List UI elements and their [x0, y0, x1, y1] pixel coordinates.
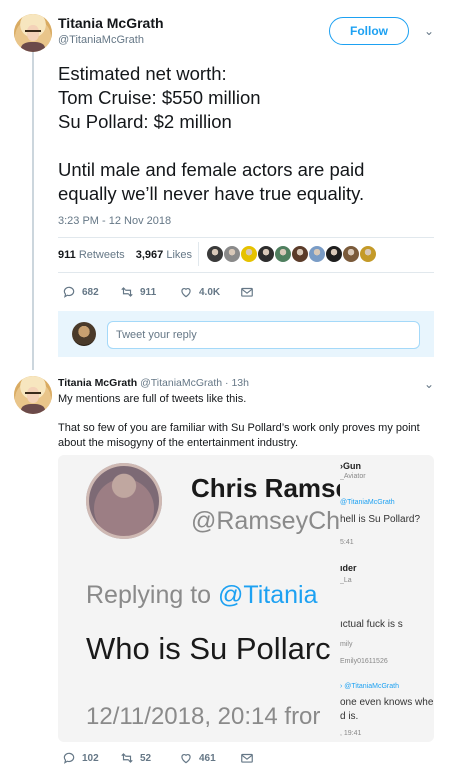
- reply-icon: [63, 752, 75, 764]
- author-avatar[interactable]: [14, 376, 52, 414]
- retweets-count[interactable]: 911: [58, 249, 76, 261]
- embedded-replying: Replying to @Titania: [86, 581, 318, 609]
- retweet-count: 911: [140, 286, 157, 298]
- like-count: 4.0K: [199, 286, 221, 298]
- tweet-text-line: Tom Cruise: $550 million: [58, 87, 261, 108]
- side-text: mily: [340, 641, 353, 648]
- chevron-down-icon[interactable]: ⌄: [424, 24, 434, 38]
- envelope-icon: [241, 753, 253, 763]
- side-text: , 19:41: [340, 730, 362, 737]
- tweet-text: That so few of you are familiar with Su …: [58, 422, 420, 449]
- embedded-handle: @RamseyCh: [191, 507, 340, 535]
- divider: [58, 237, 434, 238]
- tweet-text-line: Su Pollard: $2 million: [58, 111, 232, 132]
- like-action[interactable]: 4.0K: [179, 285, 220, 299]
- liker-avatar[interactable]: [257, 245, 275, 263]
- author-avatar[interactable]: [14, 14, 52, 52]
- tweet-text-line: Estimated net worth:: [58, 63, 227, 84]
- side-text: hell is Su Pollard?: [340, 514, 421, 525]
- retweets-label[interactable]: Retweets: [79, 249, 125, 261]
- side-text: ıctual fuck is s: [340, 619, 403, 630]
- like-action[interactable]: 461: [179, 751, 216, 765]
- tweet-stats: 911 Retweets 3,967 Likes: [58, 249, 192, 261]
- liker-avatar[interactable]: [325, 245, 343, 263]
- embedded-question: Who is Su Pollarc: [86, 631, 331, 666]
- embedded-side-column: ›Gun _Aviator @TitaniaMcGrath hell is Su…: [340, 455, 434, 742]
- user-avatar: [72, 322, 96, 346]
- reply-count: 102: [82, 752, 99, 764]
- liker-avatar[interactable]: [206, 245, 224, 263]
- tweet-time[interactable]: · 13h: [225, 377, 249, 389]
- tweet-text-line: equally we’ll never have true equality.: [58, 183, 365, 204]
- author-handle[interactable]: @TitaniaMcGrath: [58, 34, 144, 46]
- retweet-action[interactable]: 911: [120, 285, 156, 299]
- side-text: Emily01611526: [340, 658, 388, 665]
- message-action[interactable]: [240, 751, 254, 765]
- liker-avatar[interactable]: [274, 245, 292, 263]
- reply-count: 682: [82, 286, 99, 298]
- side-text: d is.: [340, 711, 359, 722]
- retweet-icon: [121, 287, 133, 297]
- reply-action[interactable]: 682: [62, 285, 99, 299]
- tweet-text-line: Until male and female actors are paid: [58, 159, 365, 180]
- liker-avatar[interactable]: [342, 245, 360, 263]
- embedded-name: Chris Ramse: [191, 473, 340, 503]
- message-action[interactable]: [240, 285, 254, 299]
- heart-icon: [181, 754, 191, 764]
- side-text: ıder: [340, 563, 357, 573]
- tweet-header: Titania McGrath @TitaniaMcGrath · 13h: [58, 377, 249, 389]
- side-text: one even knows whe: [340, 697, 434, 708]
- embedded-image[interactable]: Chris Ramse @RamseyCh Replying to @Titan…: [58, 455, 434, 742]
- liker-avatar[interactable]: [291, 245, 309, 263]
- reply-input[interactable]: Tweet your reply: [107, 321, 420, 349]
- heart-icon: [181, 288, 191, 298]
- likes-count[interactable]: 3,967: [136, 249, 164, 261]
- side-text: ›Gun: [340, 461, 361, 471]
- retweet-count: 52: [140, 752, 152, 764]
- side-text: 5:41: [340, 539, 354, 546]
- envelope-icon: [241, 287, 253, 297]
- retweet-icon: [121, 753, 133, 763]
- side-text: › @TitaniaMcGrath: [340, 683, 399, 690]
- author-name[interactable]: Titania McGrath: [58, 15, 164, 31]
- likes-label[interactable]: Likes: [166, 249, 192, 261]
- side-text: _La: [340, 577, 352, 584]
- liker-avatar[interactable]: [223, 245, 241, 263]
- side-text: @TitaniaMcGrath: [340, 499, 395, 506]
- retweet-action[interactable]: 52: [120, 751, 151, 765]
- reply-action[interactable]: 102: [62, 751, 99, 765]
- divider: [58, 272, 434, 273]
- side-text: _Aviator: [340, 473, 366, 480]
- embedded-date: 12/11/2018, 20:14 fror: [86, 703, 321, 730]
- author-handle[interactable]: @TitaniaMcGrath: [140, 377, 222, 389]
- tweet-text: My mentions are full of tweets like this…: [58, 393, 247, 405]
- profile-photo: [86, 463, 162, 539]
- tweet-text: Estimated net worth: Tom Cruise: $550 mi…: [58, 62, 448, 206]
- reply-icon: [63, 286, 75, 298]
- follow-button[interactable]: Follow: [329, 17, 409, 45]
- liker-avatar[interactable]: [308, 245, 326, 263]
- liker-avatar[interactable]: [359, 245, 377, 263]
- thread-line: [32, 52, 34, 370]
- divider: [198, 242, 199, 266]
- tweet-timestamp[interactable]: 3:23 PM - 12 Nov 2018: [58, 215, 171, 227]
- author-name[interactable]: Titania McGrath: [58, 377, 137, 389]
- liker-avatar[interactable]: [240, 245, 258, 263]
- chevron-down-icon[interactable]: ⌄: [424, 377, 434, 391]
- like-count: 461: [199, 752, 216, 764]
